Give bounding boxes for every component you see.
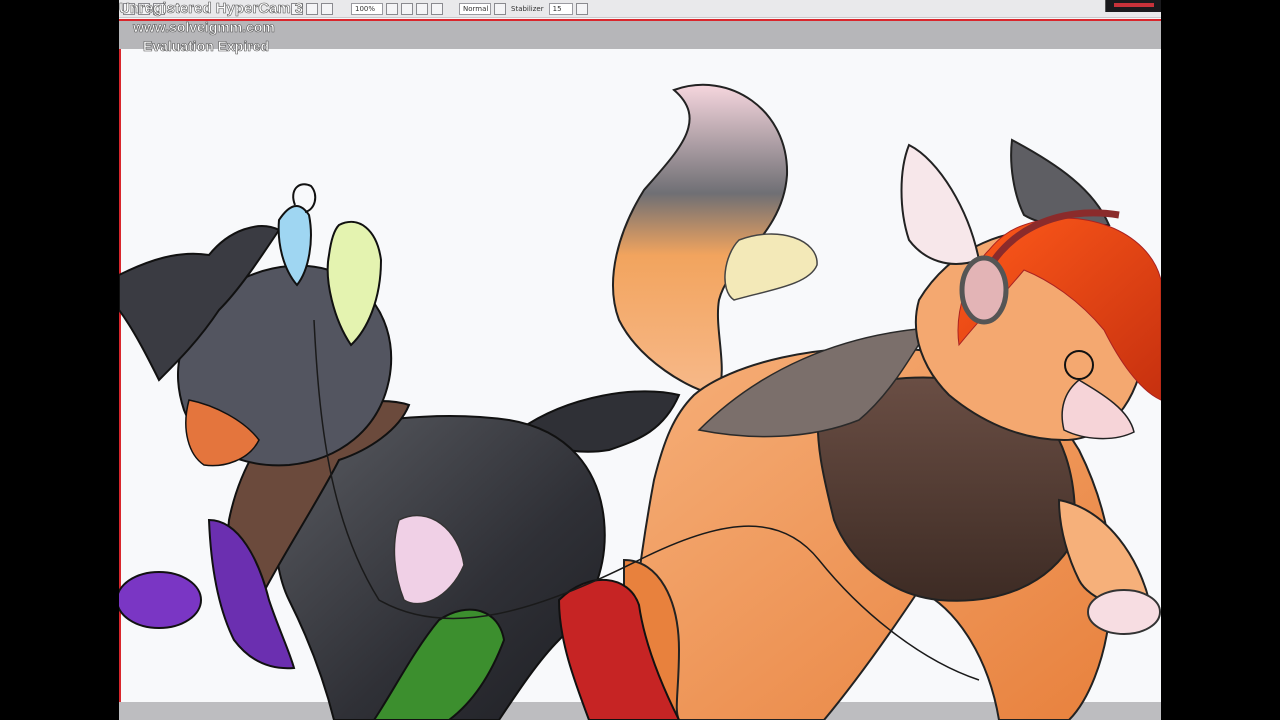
headphones-cup (959, 255, 1009, 325)
wolf-character (119, 183, 681, 720)
watermark-status: Evaluation Expired (143, 38, 269, 54)
fox-wing-small (724, 233, 818, 301)
fox-character (612, 84, 1161, 720)
paint-app-window: 100% Normal Stabilizer 15 Unregistered H… (119, 0, 1161, 720)
watermark-title: Unregistered HyperCam 3 (119, 0, 303, 17)
fox-ear-left (900, 143, 981, 265)
fox-paw (1087, 589, 1161, 635)
wolf-paw (119, 571, 202, 629)
artwork: Unregistered HyperCam 3 www.solveigmm.co… (119, 0, 1161, 720)
watermark-url: www.solveigmm.com (132, 19, 275, 35)
